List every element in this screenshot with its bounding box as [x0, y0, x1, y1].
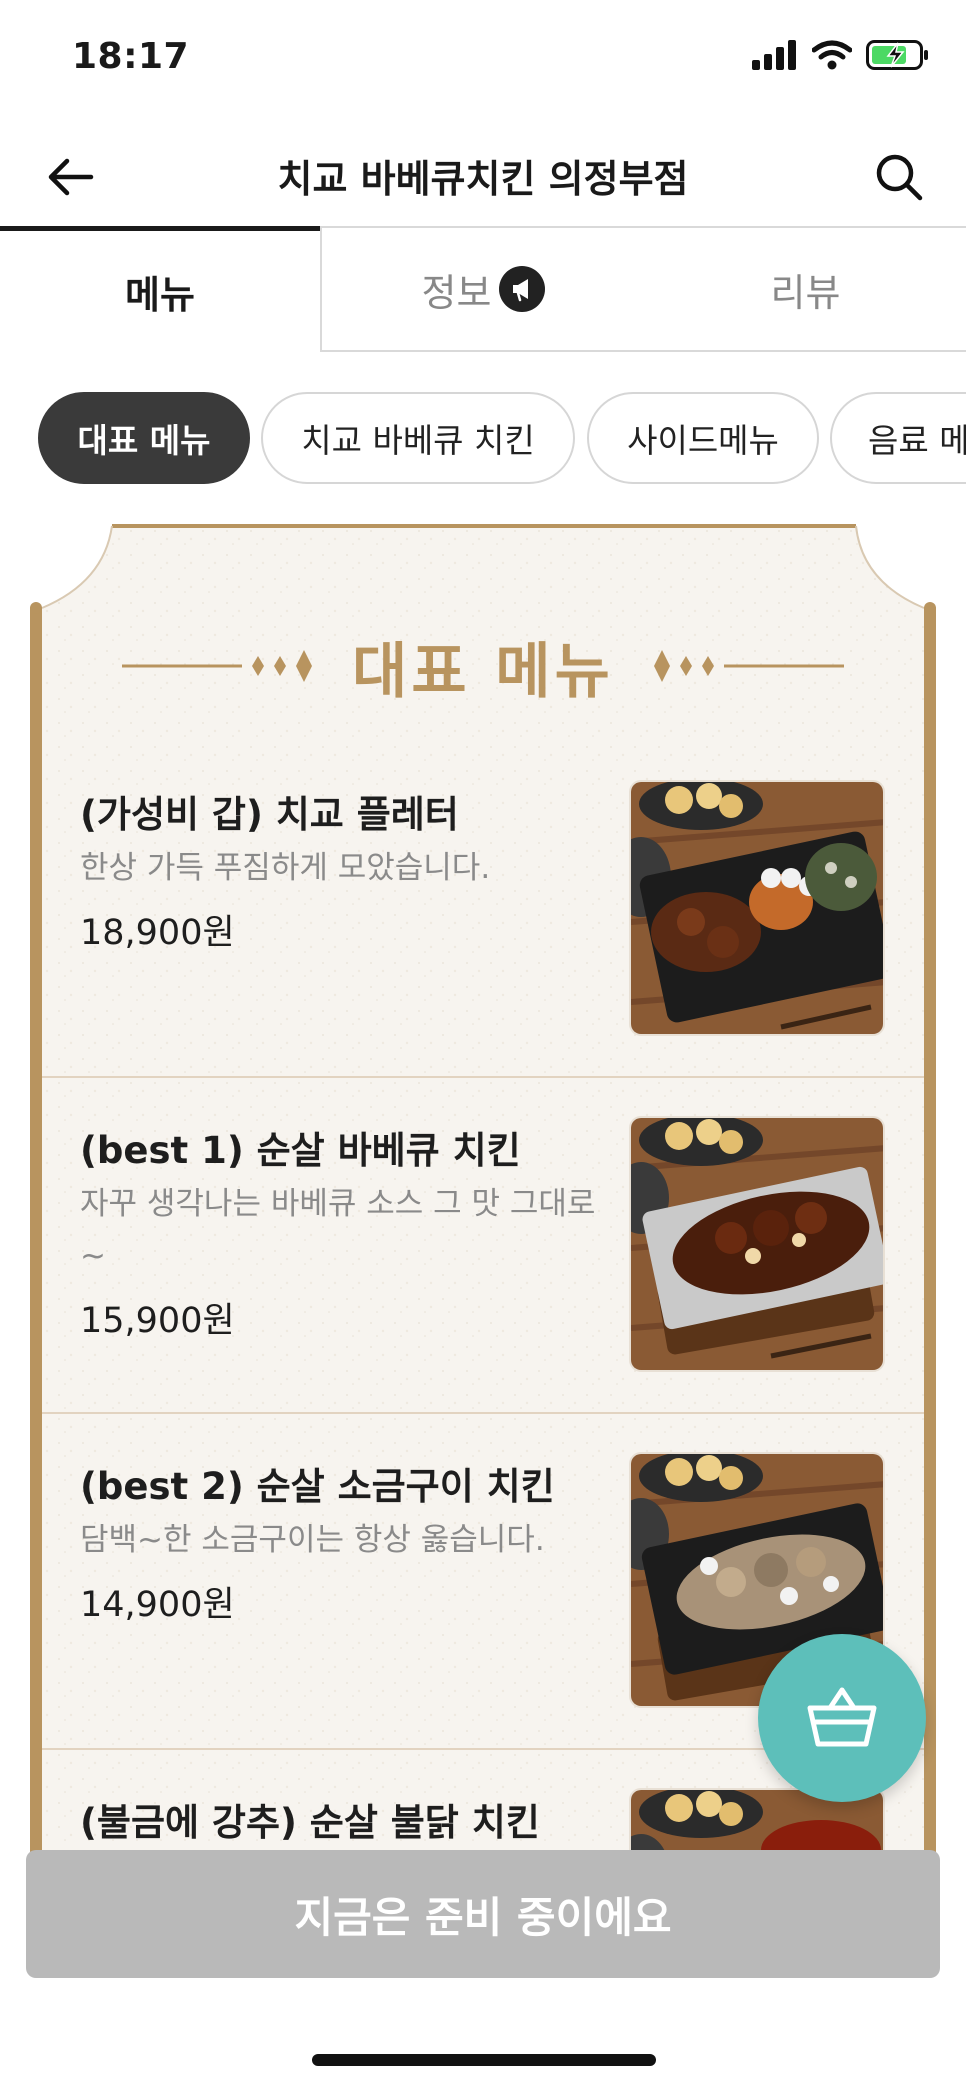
item-photo: [629, 1116, 885, 1372]
item-price: 15,900원: [80, 1301, 235, 1341]
item-price: 14,900원: [80, 1585, 235, 1625]
status-bar: 18:17: [0, 0, 966, 120]
item-name: (best 2) 순살 소금구이 치킨: [80, 1465, 555, 1508]
ornament-left-icon: [122, 650, 313, 682]
chip-bbq-chicken[interactable]: 치교 바베큐 치킨: [261, 392, 575, 484]
item-description: 담백~한 소금구이는 항상 옳습니다.: [80, 1522, 545, 1558]
tab-menu-label: 메뉴: [125, 273, 195, 317]
tab-info[interactable]: 정보: [320, 226, 645, 352]
cellular-signal-icon: [752, 40, 796, 70]
tab-menu[interactable]: 메뉴: [0, 226, 320, 352]
bottom-safe-area: [0, 1978, 966, 2092]
chip-representative-menu[interactable]: 대표 메뉴: [38, 392, 250, 484]
cart-button[interactable]: [758, 1634, 926, 1802]
search-button[interactable]: [864, 142, 934, 212]
status-time: 18:17: [72, 36, 190, 77]
wifi-icon: [812, 40, 852, 70]
item-divider: [42, 1412, 924, 1414]
menu-item[interactable]: (가성비 갑) 치교 플레터 한상 가득 푸짐하게 모았습니다. 18,900원: [42, 744, 924, 1078]
category-chip-row: 대표 메뉴 치교 바베큐 치킨 사이드메뉴 음료 메뉴: [0, 392, 966, 488]
ornament-right-icon: [653, 650, 844, 682]
item-price: 18,900원: [80, 913, 235, 953]
tab-review-label: 리뷰: [770, 270, 841, 315]
nav-header: 치교 바베큐치킨 의정부점: [0, 120, 966, 232]
chip-side-menu[interactable]: 사이드메뉴: [587, 392, 819, 484]
item-name: (가성비 갑) 치교 플레터: [80, 793, 459, 836]
order-button[interactable]: 지금은 준비 중이에요: [26, 1850, 940, 1978]
basket-icon: [807, 1687, 877, 1747]
item-description: 자꾸 생각나는 바베큐 소스 그 맛 그대로~: [80, 1186, 596, 1274]
tab-bar: 메뉴 정보 리뷰: [0, 226, 966, 354]
status-icons: [752, 40, 930, 70]
item-photo: [629, 780, 885, 1036]
item-divider: [42, 1076, 924, 1078]
board-title: 대표 메뉴: [352, 636, 614, 707]
board-title-row: 대표 메뉴: [30, 626, 936, 707]
battery-charging-icon: [866, 40, 928, 70]
chip-drink-menu[interactable]: 음료 메뉴: [830, 392, 966, 484]
megaphone-icon: [499, 266, 546, 312]
item-description: 한상 가득 푸짐하게 모았습니다.: [80, 850, 491, 886]
menu-item[interactable]: (best 1) 순살 바베큐 치킨 자꾸 생각나는 바베큐 소스 그 맛 그대…: [42, 1080, 924, 1414]
tab-info-label: 정보: [421, 270, 492, 315]
tab-review[interactable]: 리뷰: [645, 226, 966, 352]
item-name: (best 1) 순살 바베큐 치킨: [80, 1129, 521, 1172]
page-title: 치교 바베큐치킨 의정부점: [277, 157, 689, 201]
search-icon: [876, 154, 923, 201]
home-indicator: [312, 2054, 656, 2066]
item-name: (불금에 강추) 순살 불닭 치킨: [80, 1801, 540, 1844]
